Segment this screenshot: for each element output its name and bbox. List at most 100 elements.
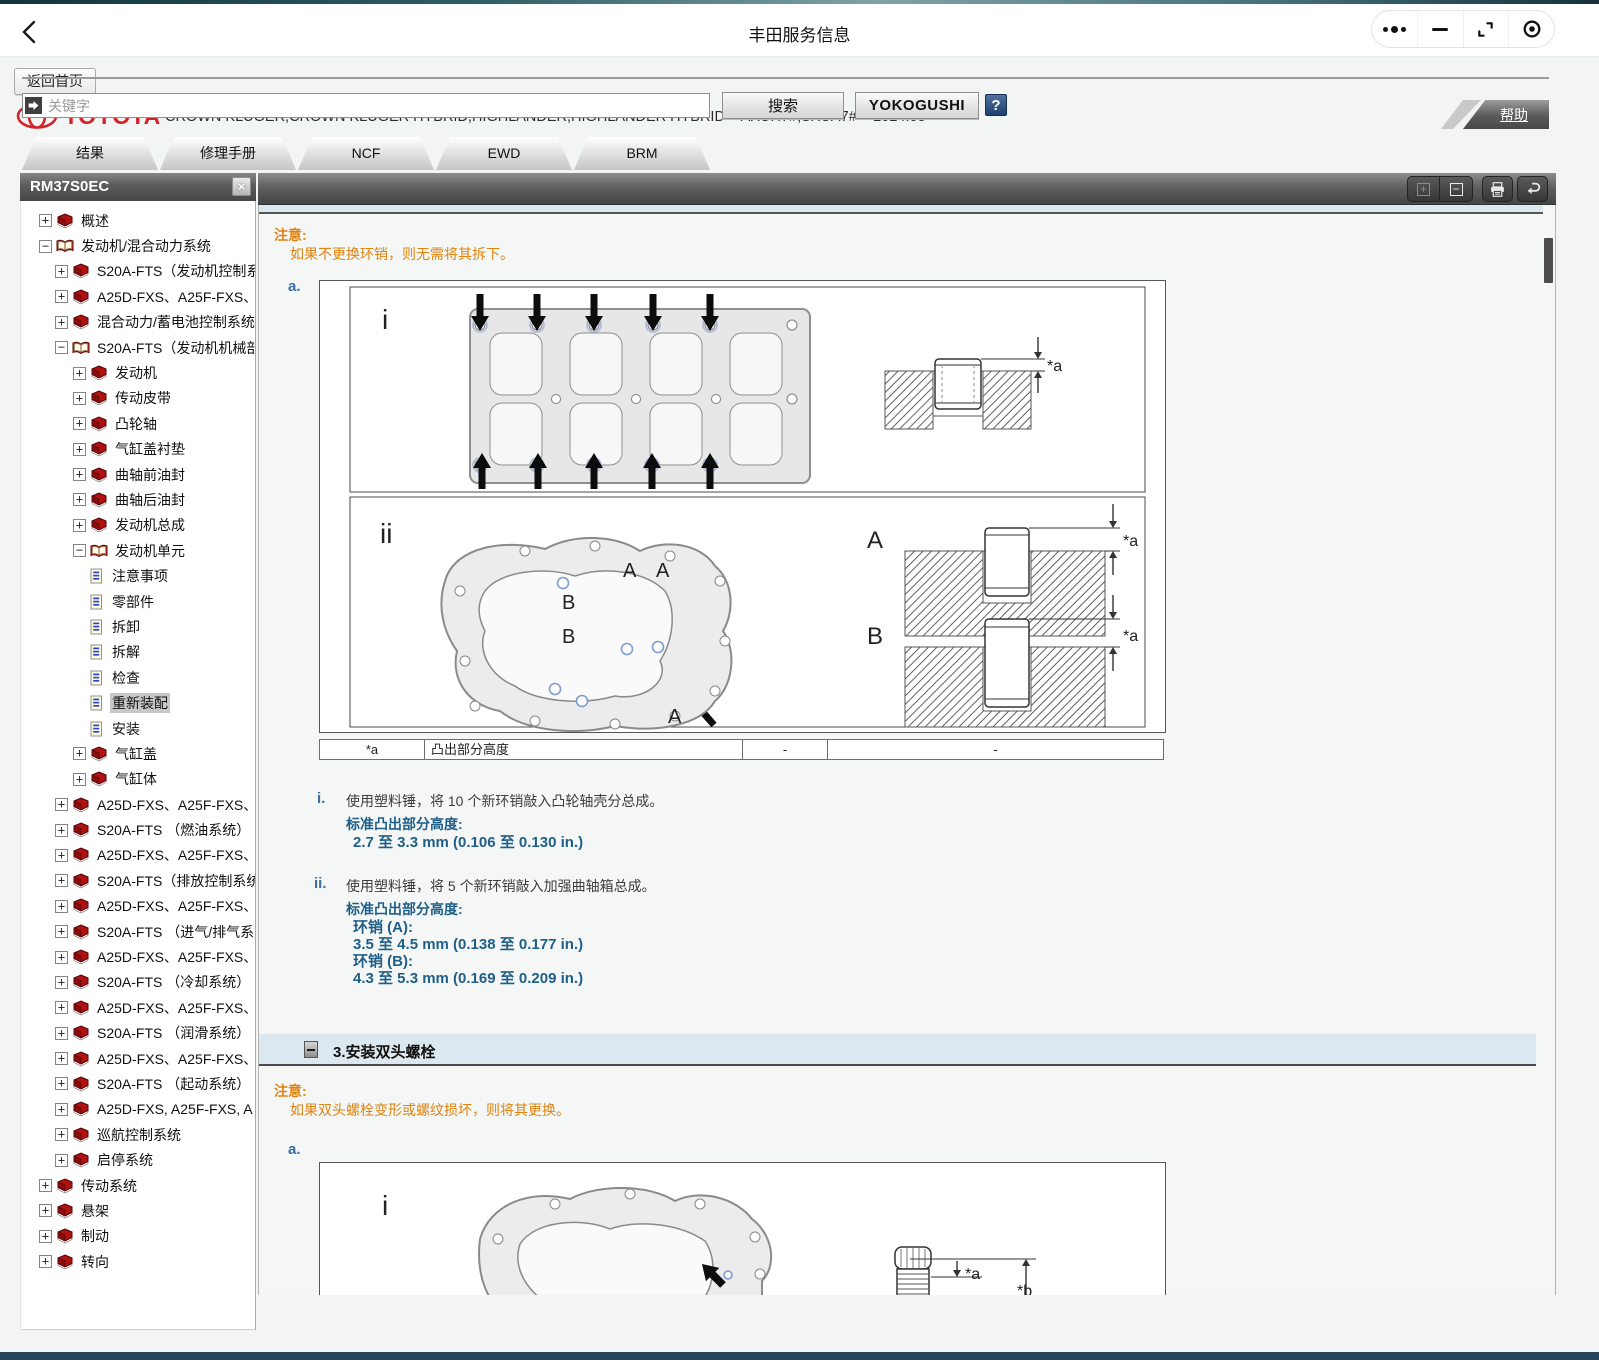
tree-item[interactable]: +发动机 xyxy=(21,360,255,385)
close-tree-button[interactable]: × xyxy=(232,177,251,196)
expand-icon[interactable]: + xyxy=(55,1077,68,1090)
tree-item[interactable]: +A25D-FXS、A25F-FXS、 xyxy=(21,1046,255,1071)
expand-icon[interactable]: + xyxy=(55,1103,68,1116)
fullscreen-button[interactable] xyxy=(1463,11,1509,47)
expand-icon[interactable]: + xyxy=(55,1027,68,1040)
tree-item[interactable]: +A25D-FXS、A25F-FXS、 xyxy=(21,944,255,969)
yokogushi-button[interactable]: YOKOGUSHI xyxy=(855,92,979,119)
tree-item[interactable]: −S20A-FTS（发动机机械部 xyxy=(21,335,255,360)
tree-item[interactable]: +气缸盖衬垫 xyxy=(21,437,255,462)
expand-icon[interactable]: + xyxy=(55,1154,68,1167)
tab-ncf[interactable]: NCF xyxy=(298,137,434,170)
collapse-icon[interactable]: − xyxy=(73,544,86,557)
tree-item[interactable]: +S20A-FTS （起动系统） xyxy=(21,1071,255,1096)
expand-icon[interactable]: + xyxy=(73,367,86,380)
expand-icon[interactable]: + xyxy=(55,976,68,989)
collapse-icon[interactable]: − xyxy=(39,240,52,253)
tree-item[interactable]: +气缸盖 xyxy=(21,741,255,766)
tree-item[interactable]: +S20A-FTS（发动机控制系 xyxy=(21,259,255,284)
expand-icon[interactable]: + xyxy=(55,900,68,913)
close-capsule-button[interactable] xyxy=(1508,11,1554,47)
expand-icon[interactable]: + xyxy=(55,290,68,303)
tree-item[interactable]: +S20A-FTS（排放控制系统 xyxy=(21,868,255,893)
tree-item[interactable]: +气缸体 xyxy=(21,767,255,792)
tree-item[interactable]: +传动系统 xyxy=(21,1173,255,1198)
expand-icon[interactable]: + xyxy=(73,747,86,760)
expand-icon[interactable]: + xyxy=(55,1052,68,1065)
tree-item[interactable]: +A25D-FXS、A25F-FXS、 xyxy=(21,843,255,868)
collapse-section-button[interactable] xyxy=(304,1041,318,1058)
tree-item[interactable]: 检查 xyxy=(21,665,255,690)
tree-item[interactable]: 零部件 xyxy=(21,589,255,614)
expand-icon[interactable]: + xyxy=(39,1179,52,1192)
expand-icon[interactable]: + xyxy=(39,214,52,227)
tab-brm[interactable]: BRM xyxy=(574,137,710,170)
expand-icon[interactable]: + xyxy=(73,392,86,405)
expand-icon[interactable]: + xyxy=(55,316,68,329)
expand-icon[interactable]: + xyxy=(55,1001,68,1014)
tree-item[interactable]: 拆卸 xyxy=(21,614,255,639)
tree-item[interactable]: +制动 xyxy=(21,1224,255,1249)
expand-icon[interactable]: + xyxy=(55,925,68,938)
tree-item[interactable]: +悬架 xyxy=(21,1198,255,1223)
tree-item[interactable]: +A25D-FXS, A25F-FXS, A xyxy=(21,1097,255,1122)
expand-icon[interactable]: + xyxy=(73,443,86,456)
collapse-all-button[interactable]: − xyxy=(1440,176,1473,202)
minimize-button[interactable] xyxy=(1417,11,1463,47)
print-button[interactable] xyxy=(1482,176,1513,202)
tree-item[interactable]: +S20A-FTS （润滑系统） xyxy=(21,1021,255,1046)
search-input[interactable] xyxy=(42,94,709,117)
tree-item[interactable]: −发动机单元 xyxy=(21,538,255,563)
content-scrollbar-thumb[interactable] xyxy=(1544,238,1553,283)
tree-item[interactable]: +A25D-FXS、A25F-FXS、 xyxy=(21,995,255,1020)
return-button[interactable] xyxy=(1517,176,1548,202)
tree-item[interactable]: +转向 xyxy=(21,1249,255,1274)
expand-icon[interactable]: + xyxy=(73,773,86,786)
expand-icon[interactable]: + xyxy=(55,798,68,811)
notice2-label: 注意: xyxy=(274,1081,307,1101)
expand-icon[interactable]: + xyxy=(55,874,68,887)
expand-icon[interactable]: + xyxy=(55,1128,68,1141)
tab-repair-manual[interactable]: 修理手册 xyxy=(160,137,296,170)
tree-item[interactable]: +S20A-FTS （冷却系统） xyxy=(21,970,255,995)
tree-item[interactable]: +S20A-FTS （进气/排气系 xyxy=(21,919,255,944)
tab-ewd[interactable]: EWD xyxy=(436,137,572,170)
tree-item[interactable]: + 巡航控制系统 xyxy=(21,1122,255,1147)
tree-item[interactable]: +混合动力/蓄电池控制系统 xyxy=(21,310,255,335)
expand-icon[interactable]: + xyxy=(55,849,68,862)
search-button[interactable]: 搜索 xyxy=(722,92,844,119)
tree-item[interactable]: 注意事项 xyxy=(21,563,255,588)
tree-item[interactable]: +凸轮轴 xyxy=(21,411,255,436)
tree-item[interactable]: +A25D-FXS、A25F-FXS、 xyxy=(21,894,255,919)
tree-item[interactable]: 重新装配 xyxy=(21,690,255,715)
expand-icon[interactable]: + xyxy=(73,417,86,430)
expand-icon[interactable]: + xyxy=(39,1230,52,1243)
tree-item[interactable]: +S20A-FTS （燃油系统） xyxy=(21,817,255,842)
tree-item-label: 巡航控制系统 xyxy=(95,1125,183,1145)
more-button[interactable] xyxy=(1372,11,1417,47)
tree-item[interactable]: +A25D-FXS、A25F-FXS、 xyxy=(21,792,255,817)
expand-icon[interactable]: + xyxy=(55,265,68,278)
tree-item[interactable]: +概述 xyxy=(21,208,255,233)
tree-item[interactable]: +A25D-FXS、A25F-FXS、 xyxy=(21,284,255,309)
expand-icon[interactable]: + xyxy=(73,493,86,506)
tree-item[interactable]: 拆解 xyxy=(21,640,255,665)
expand-icon[interactable]: + xyxy=(73,468,86,481)
expand-icon[interactable]: + xyxy=(55,951,68,964)
tree-item[interactable]: +启停系统 xyxy=(21,1147,255,1172)
tab-results[interactable]: 结果 xyxy=(22,137,158,170)
tree-item[interactable]: +发动机总成 xyxy=(21,513,255,538)
expand-icon[interactable]: + xyxy=(73,519,86,532)
search-help-button[interactable]: ? xyxy=(985,94,1007,116)
expand-icon[interactable]: + xyxy=(39,1255,52,1268)
tree-item[interactable]: +曲轴后油封 xyxy=(21,487,255,512)
expand-icon[interactable]: + xyxy=(39,1204,52,1217)
tree-item[interactable]: +曲轴前油封 xyxy=(21,462,255,487)
tree-item[interactable]: +传动皮带 xyxy=(21,386,255,411)
tree-item[interactable]: 安装 xyxy=(21,716,255,741)
expand-all-button[interactable]: + xyxy=(1407,176,1440,202)
tree-item[interactable]: −发动机/混合动力系统 xyxy=(21,233,255,258)
expand-icon[interactable]: + xyxy=(55,824,68,837)
back-home-button[interactable]: 返回首页 xyxy=(14,68,96,95)
collapse-icon[interactable]: − xyxy=(55,341,68,354)
